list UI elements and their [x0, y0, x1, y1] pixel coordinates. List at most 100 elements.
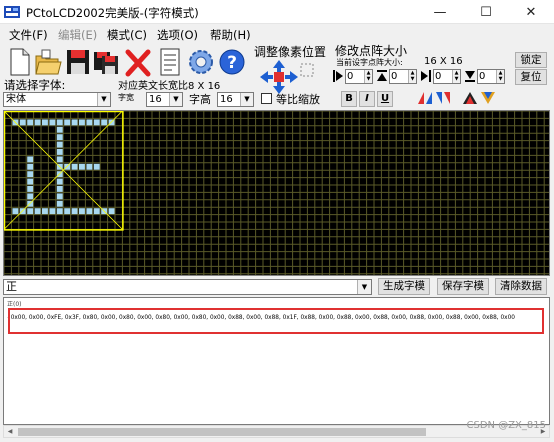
- glyph-pixel[interactable]: [27, 178, 34, 185]
- lock-button[interactable]: 锁定: [515, 52, 547, 68]
- glyph-pixel[interactable]: [64, 208, 71, 215]
- glyph-pixel[interactable]: [27, 193, 34, 200]
- glyph-pixel[interactable]: [79, 208, 85, 215]
- glyph-pixel[interactable]: [56, 156, 63, 163]
- minimize-icon: —: [433, 4, 447, 20]
- menu-options[interactable]: 选项(O): [157, 27, 198, 43]
- current-size-label: 当前设字点阵大小:: [336, 58, 403, 67]
- glyph-pixel[interactable]: [79, 163, 85, 170]
- restore-button[interactable]: 复位: [515, 69, 547, 85]
- glyph-pixel[interactable]: [56, 134, 63, 141]
- char-width-select[interactable]: 16 ▼: [146, 92, 183, 107]
- help-icon[interactable]: ?: [218, 46, 246, 78]
- glyph-pixel[interactable]: [56, 149, 63, 155]
- font-select-value: 宋体: [6, 94, 26, 105]
- settings-icon[interactable]: [187, 46, 215, 78]
- spinner-arrows-icon[interactable]: ▲ ▼: [496, 70, 504, 83]
- document-icon[interactable]: [156, 46, 184, 78]
- glyph-pixel[interactable]: [56, 186, 63, 192]
- font-select[interactable]: 宋体 ▼: [3, 92, 111, 107]
- glyph-pixel[interactable]: [86, 119, 93, 126]
- glyph-pixel[interactable]: [56, 119, 63, 126]
- glyph-pixel[interactable]: [27, 208, 34, 215]
- invert-icon[interactable]: [461, 90, 479, 106]
- chevron-down-icon[interactable]: ▼: [97, 93, 110, 106]
- italic-button[interactable]: I: [359, 91, 375, 107]
- pixel-grid[interactable]: [4, 111, 549, 275]
- glyph-pixel[interactable]: [27, 156, 34, 163]
- glyph-pixel[interactable]: [27, 163, 34, 170]
- chevron-down-icon[interactable]: ▼: [357, 280, 371, 294]
- glyph-pixel[interactable]: [56, 178, 63, 185]
- glyph-pixel[interactable]: [56, 126, 63, 133]
- glyph-pixel[interactable]: [49, 208, 56, 215]
- top-spinner[interactable]: 0 ▲ ▼: [389, 69, 417, 84]
- glyph-pixel[interactable]: [79, 119, 85, 126]
- dot-matrix-canvas[interactable]: [3, 110, 550, 276]
- spinner-arrows-icon[interactable]: ▲ ▼: [452, 70, 460, 83]
- maximize-button[interactable]: ☐: [463, 0, 509, 24]
- glyph-pixel[interactable]: [71, 119, 78, 126]
- shrink-left-icon: [333, 70, 343, 82]
- right-spinner[interactable]: 0 ▲ ▼: [433, 69, 461, 84]
- save-font-button[interactable]: 保存字模: [437, 278, 489, 295]
- glyph-pixel[interactable]: [19, 119, 26, 126]
- glyph-pixel[interactable]: [34, 119, 41, 126]
- delete-icon[interactable]: [124, 46, 152, 78]
- save-icon[interactable]: [64, 46, 92, 78]
- glyph-pixel[interactable]: [86, 208, 93, 215]
- bottom-spinner-value: 0: [479, 71, 486, 82]
- glyph-pixel[interactable]: [93, 208, 100, 215]
- pixel-adjust-title: 调整像素位置: [254, 45, 327, 59]
- minimize-button[interactable]: —: [417, 0, 463, 24]
- char-input[interactable]: 正 ▼: [3, 279, 372, 295]
- glyph-pixel[interactable]: [93, 163, 100, 170]
- menu-file[interactable]: 文件(F): [9, 27, 48, 43]
- glyph-pixel[interactable]: [42, 208, 48, 215]
- glyph-pixel[interactable]: [12, 208, 19, 215]
- menu-help[interactable]: 帮助(H): [210, 27, 251, 43]
- chevron-down-icon[interactable]: ▼: [169, 93, 182, 106]
- bold-button[interactable]: B: [341, 91, 357, 107]
- scroll-left-icon[interactable]: ◀: [4, 426, 16, 437]
- glyph-pixel[interactable]: [64, 119, 71, 126]
- generate-button[interactable]: 生成字模: [378, 278, 430, 295]
- glyph-pixel[interactable]: [93, 119, 100, 126]
- save-as-icon[interactable]: [92, 46, 120, 78]
- glyph-pixel[interactable]: [56, 193, 63, 200]
- output-textarea[interactable]: 正(0) {0x00, 0x00, 0xFE, 0x3F, 0x80, 0x00…: [3, 297, 550, 425]
- flip-icon[interactable]: [479, 90, 497, 106]
- glyph-pixel[interactable]: [27, 119, 34, 126]
- glyph-pixel[interactable]: [56, 208, 63, 215]
- glyph-pixel[interactable]: [56, 141, 63, 148]
- open-folder-icon[interactable]: [34, 46, 62, 78]
- glyph-pixel[interactable]: [42, 119, 48, 126]
- glyph-pixel[interactable]: [101, 119, 108, 126]
- glyph-pixel[interactable]: [49, 119, 56, 126]
- chevron-down-icon[interactable]: ▼: [240, 93, 253, 106]
- rotate-icon[interactable]: [416, 90, 434, 106]
- glyph-pixel[interactable]: [71, 208, 78, 215]
- glyph-pixel[interactable]: [34, 208, 41, 215]
- glyph-pixel[interactable]: [56, 200, 63, 207]
- spinner-arrows-icon[interactable]: ▲ ▼: [364, 70, 372, 83]
- new-file-icon[interactable]: [5, 46, 33, 78]
- glyph-pixel[interactable]: [27, 186, 34, 192]
- clear-data-button[interactable]: 清除数据: [495, 278, 547, 295]
- menu-edit[interactable]: 编辑(E): [58, 27, 97, 43]
- glyph-pixel[interactable]: [86, 163, 93, 170]
- spinner-arrows-icon[interactable]: ▲ ▼: [408, 70, 416, 83]
- grid-toggle-icon[interactable]: [298, 62, 316, 78]
- left-spinner[interactable]: 0 ▲ ▼: [345, 69, 373, 84]
- menu-mode[interactable]: 模式(C): [107, 27, 147, 43]
- scrollbar-thumb[interactable]: [18, 428, 426, 436]
- proportional-checkbox[interactable]: [261, 93, 272, 104]
- close-button[interactable]: ✕: [508, 0, 554, 24]
- glyph-pixel[interactable]: [27, 171, 34, 178]
- bottom-spinner[interactable]: 0 ▲ ▼: [477, 69, 505, 84]
- char-height-select[interactable]: 16 ▼: [217, 92, 254, 107]
- mirror-icon[interactable]: [434, 90, 452, 106]
- glyph-pixel[interactable]: [108, 208, 115, 215]
- glyph-pixel[interactable]: [71, 163, 78, 170]
- underline-button[interactable]: U: [377, 91, 393, 107]
